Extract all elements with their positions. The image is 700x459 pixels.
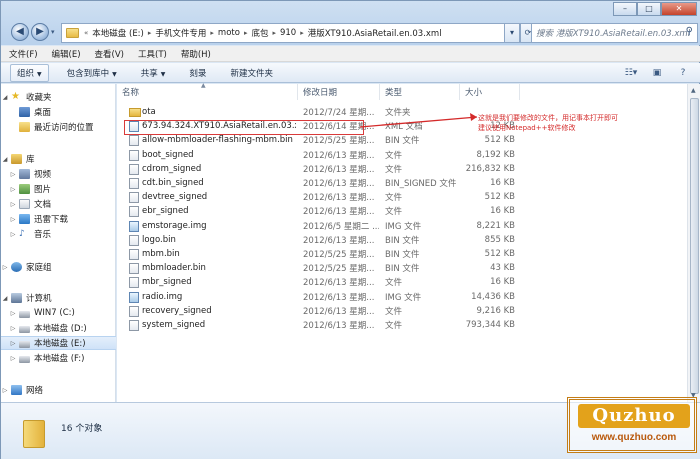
item-count: 16 个对象 [61, 424, 103, 434]
watermark-url: www.quzhuo.com [591, 432, 677, 443]
folder-icon [23, 420, 45, 448]
explorer-window: – □ ✕ ◀ ▶ ▾ « 本地磁盘 (E:) ▸ 手机文件专用 ▸ moto … [0, 0, 700, 459]
annotation-note: 这就是我们要修改的文件，用记事本打开即可 建议使用Notepad++软件修改 [478, 113, 648, 133]
annotation-line-2: 建议使用Notepad++软件修改 [478, 124, 576, 132]
quzhuo-watermark: Quzhuo www.quzhuo.com [567, 397, 697, 453]
annotation-line-1: 这就是我们要修改的文件，用记事本打开即可 [478, 114, 618, 122]
annotation-arrow [359, 113, 478, 128]
watermark-logo: Quzhuo [578, 404, 690, 428]
